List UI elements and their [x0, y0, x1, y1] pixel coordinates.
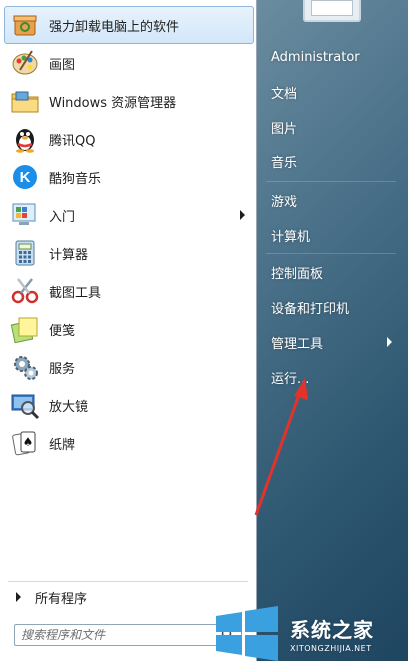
programs-panel: 强力卸载电脑上的软件 画图 Windows 资源管理器 腾讯QQ K 酷狗音乐 [0, 0, 257, 661]
music-link[interactable]: 音乐 [262, 147, 402, 175]
program-item-getting-started[interactable]: 入门 [4, 196, 254, 234]
submenu-arrow-icon [387, 337, 392, 347]
getting-started-icon [9, 199, 41, 231]
user-folder-link[interactable]: Administrator [262, 43, 402, 71]
submenu-arrow-icon [240, 210, 245, 220]
admin-tools-link[interactable]: 管理工具 [262, 328, 402, 356]
program-item-qq[interactable]: 腾讯QQ [4, 120, 254, 158]
program-item-sticky-notes[interactable]: 便笺 [4, 310, 254, 348]
program-item-services[interactable]: 服务 [4, 348, 254, 386]
program-label: 酷狗音乐 [49, 171, 102, 187]
computer-label: 计算机 [271, 229, 311, 245]
control-panel-label: 控制面板 [271, 266, 324, 282]
program-item-calculator[interactable]: 计算器 [4, 234, 254, 272]
program-item-kugou[interactable]: K 酷狗音乐 [4, 158, 254, 196]
music-label: 音乐 [271, 155, 298, 171]
computer-link[interactable]: 计算机 [262, 221, 402, 249]
documents-label: 文档 [271, 86, 298, 102]
program-item-snipping-tool[interactable]: 截图工具 [4, 272, 254, 310]
program-label: 画图 [49, 57, 76, 73]
program-label: 便笺 [49, 323, 76, 339]
windows-logo-icon [216, 606, 278, 661]
paint-palette-icon [9, 47, 41, 79]
sticky-notes-icon [9, 313, 41, 345]
watermark-url: XITONGZHIJIA.NET [290, 644, 372, 653]
games-link[interactable]: 游戏 [262, 186, 402, 214]
folder-explorer-icon [9, 85, 41, 117]
program-label: 纸牌 [49, 437, 76, 453]
program-label: 放大镜 [49, 399, 89, 415]
search-input[interactable] [14, 624, 242, 646]
program-item-uninstaller[interactable]: 强力卸载电脑上的软件 [4, 6, 254, 44]
divider [8, 581, 248, 582]
documents-link[interactable]: 文档 [262, 78, 402, 106]
program-label: 计算器 [49, 247, 89, 263]
avatar-image [311, 0, 353, 16]
svg-text:♠: ♠ [23, 435, 34, 449]
watermark-text: 系统之家 [290, 618, 374, 642]
program-item-explorer[interactable]: Windows 资源管理器 [4, 82, 254, 120]
program-item-magnifier[interactable]: 放大镜 [4, 386, 254, 424]
magnifier-icon [9, 389, 41, 421]
program-label: 强力卸载电脑上的软件 [49, 19, 180, 35]
all-programs-label: 所有程序 [35, 591, 88, 607]
games-label: 游戏 [271, 194, 298, 210]
devices-printers-label: 设备和打印机 [271, 301, 350, 317]
program-label: Windows 资源管理器 [49, 95, 177, 111]
program-item-paint[interactable]: 画图 [4, 44, 254, 82]
devices-printers-link[interactable]: 设备和打印机 [262, 293, 402, 321]
user-name: Administrator [271, 49, 360, 65]
kugou-k-icon: K [9, 161, 41, 193]
program-label: 截图工具 [49, 285, 102, 301]
uninstall-box-icon [9, 9, 41, 41]
program-label: 入门 [49, 209, 76, 225]
triangle-right-icon [16, 592, 21, 602]
snipping-scissors-icon [9, 275, 41, 307]
svg-text:K: K [20, 169, 31, 186]
control-panel-link[interactable]: 控制面板 [262, 258, 402, 286]
all-programs-button[interactable]: 所有程序 [8, 586, 248, 608]
program-label: 腾讯QQ [49, 133, 96, 149]
qq-penguin-icon [9, 123, 41, 155]
calculator-icon [9, 237, 41, 269]
separator [266, 181, 396, 182]
solitaire-cards-icon: ♠ [9, 427, 41, 459]
program-label: 服务 [49, 361, 76, 377]
pictures-label: 图片 [271, 121, 298, 137]
pictures-link[interactable]: 图片 [262, 113, 402, 141]
annotation-arrow-icon [254, 378, 308, 516]
admin-tools-label: 管理工具 [271, 336, 324, 352]
program-item-solitaire[interactable]: ♠ 纸牌 [4, 424, 254, 462]
program-list: 强力卸载电脑上的软件 画图 Windows 资源管理器 腾讯QQ K 酷狗音乐 [4, 6, 254, 462]
watermark: 系统之家 XITONGZHIJIA.NET [212, 606, 408, 661]
separator [266, 253, 396, 254]
user-avatar[interactable] [303, 0, 361, 22]
services-gear-icon [9, 351, 41, 383]
